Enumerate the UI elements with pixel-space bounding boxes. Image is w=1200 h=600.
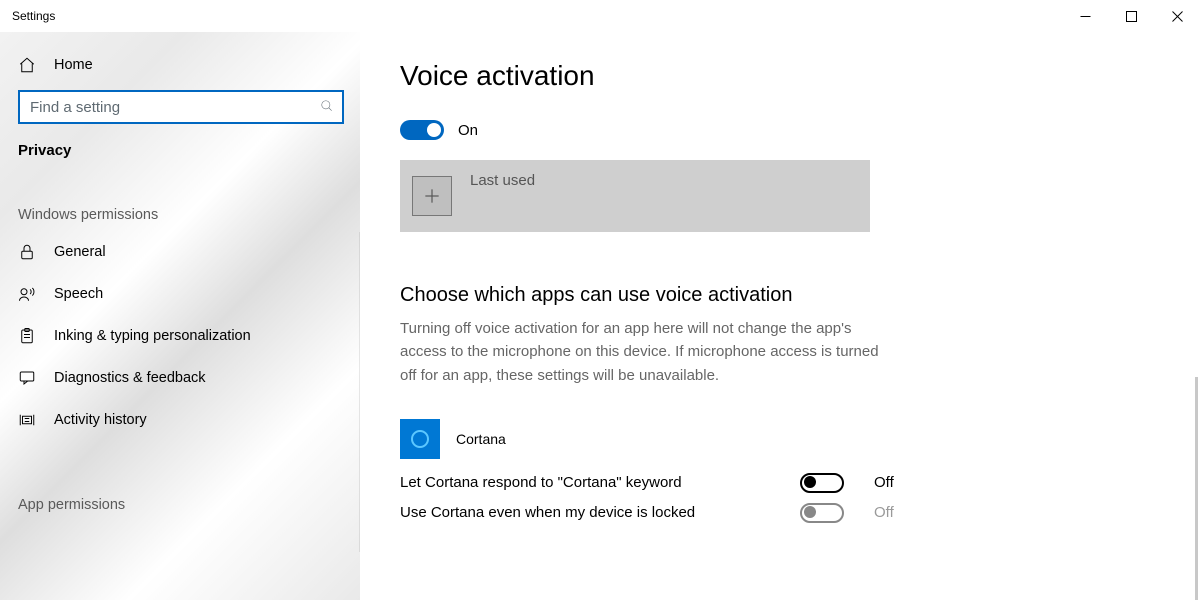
settings-window: Settings Home bbox=[0, 0, 1200, 600]
home-icon bbox=[18, 56, 36, 74]
app-name-label: Cortana bbox=[456, 431, 506, 447]
setting-cortana-locked: Use Cortana even when my device is locke… bbox=[400, 503, 1160, 523]
last-used-label: Last used bbox=[470, 172, 535, 189]
voice-activation-toggle[interactable] bbox=[400, 120, 444, 140]
cortana-locked-toggle[interactable] bbox=[800, 503, 844, 523]
search-input[interactable] bbox=[28, 98, 303, 117]
sidebar-item-label: Speech bbox=[54, 286, 103, 302]
section-title-privacy: Privacy bbox=[0, 136, 360, 169]
sidebar-item-speech[interactable]: Speech bbox=[0, 273, 360, 315]
scrollbar[interactable] bbox=[1195, 377, 1198, 600]
page-title: Voice activation bbox=[400, 60, 1160, 92]
voice-activation-toggle-label: On bbox=[458, 122, 478, 139]
toggle-state-label: Off bbox=[874, 504, 894, 521]
speech-icon bbox=[18, 285, 36, 303]
search-box[interactable] bbox=[18, 90, 344, 124]
group-windows-permissions: Windows permissions bbox=[0, 169, 360, 231]
toggle-state-label: Off bbox=[874, 474, 894, 491]
sidebar-item-label: Activity history bbox=[54, 412, 147, 428]
search-icon bbox=[320, 99, 334, 116]
setting-label: Let Cortana respond to "Cortana" keyword bbox=[400, 474, 770, 491]
last-used-card[interactable]: Last used bbox=[400, 160, 870, 232]
sidebar-item-general[interactable]: General bbox=[0, 231, 360, 273]
cortana-icon bbox=[400, 419, 440, 459]
sidebar-item-activity[interactable]: Activity history bbox=[0, 399, 360, 441]
maximize-button[interactable] bbox=[1108, 0, 1154, 32]
sidebar-item-inking[interactable]: Inking & typing personalization bbox=[0, 315, 360, 357]
minimize-icon bbox=[1080, 11, 1091, 22]
titlebar: Settings bbox=[0, 0, 1200, 32]
body: Home Privacy Windows permissions General bbox=[0, 32, 1200, 600]
window-controls bbox=[1062, 0, 1200, 32]
sidebar-item-label: General bbox=[54, 244, 106, 260]
lock-icon bbox=[18, 243, 36, 261]
sidebar-item-label: Diagnostics & feedback bbox=[54, 370, 206, 386]
history-icon bbox=[18, 411, 36, 429]
nav-home-label: Home bbox=[54, 57, 93, 73]
master-toggle-row: On bbox=[400, 120, 1160, 140]
close-icon bbox=[1172, 11, 1183, 22]
plus-icon bbox=[422, 186, 442, 206]
setting-cortana-keyword: Let Cortana respond to "Cortana" keyword… bbox=[400, 473, 1160, 493]
cortana-keyword-toggle[interactable] bbox=[800, 473, 844, 493]
minimize-button[interactable] bbox=[1062, 0, 1108, 32]
content: Voice activation On Last used Choose whi… bbox=[360, 32, 1200, 600]
app-row-cortana: Cortana bbox=[400, 419, 1160, 459]
group-app-permissions: App permissions bbox=[0, 441, 360, 521]
setting-label: Use Cortana even when my device is locke… bbox=[400, 504, 770, 521]
sidebar-item-diagnostics[interactable]: Diagnostics & feedback bbox=[0, 357, 360, 399]
maximize-icon bbox=[1126, 11, 1137, 22]
sidebar: Home Privacy Windows permissions General bbox=[0, 32, 360, 600]
choose-apps-heading: Choose which apps can use voice activati… bbox=[400, 284, 1160, 307]
clipboard-icon bbox=[18, 327, 36, 345]
sidebar-item-label: Inking & typing personalization bbox=[54, 328, 251, 344]
window-title: Settings bbox=[12, 9, 55, 23]
choose-apps-description: Turning off voice activation for an app … bbox=[400, 317, 880, 387]
add-app-button[interactable] bbox=[412, 176, 452, 216]
nav-home[interactable]: Home bbox=[0, 44, 360, 86]
search-wrap bbox=[18, 90, 348, 124]
feedback-icon bbox=[18, 369, 36, 387]
close-button[interactable] bbox=[1154, 0, 1200, 32]
